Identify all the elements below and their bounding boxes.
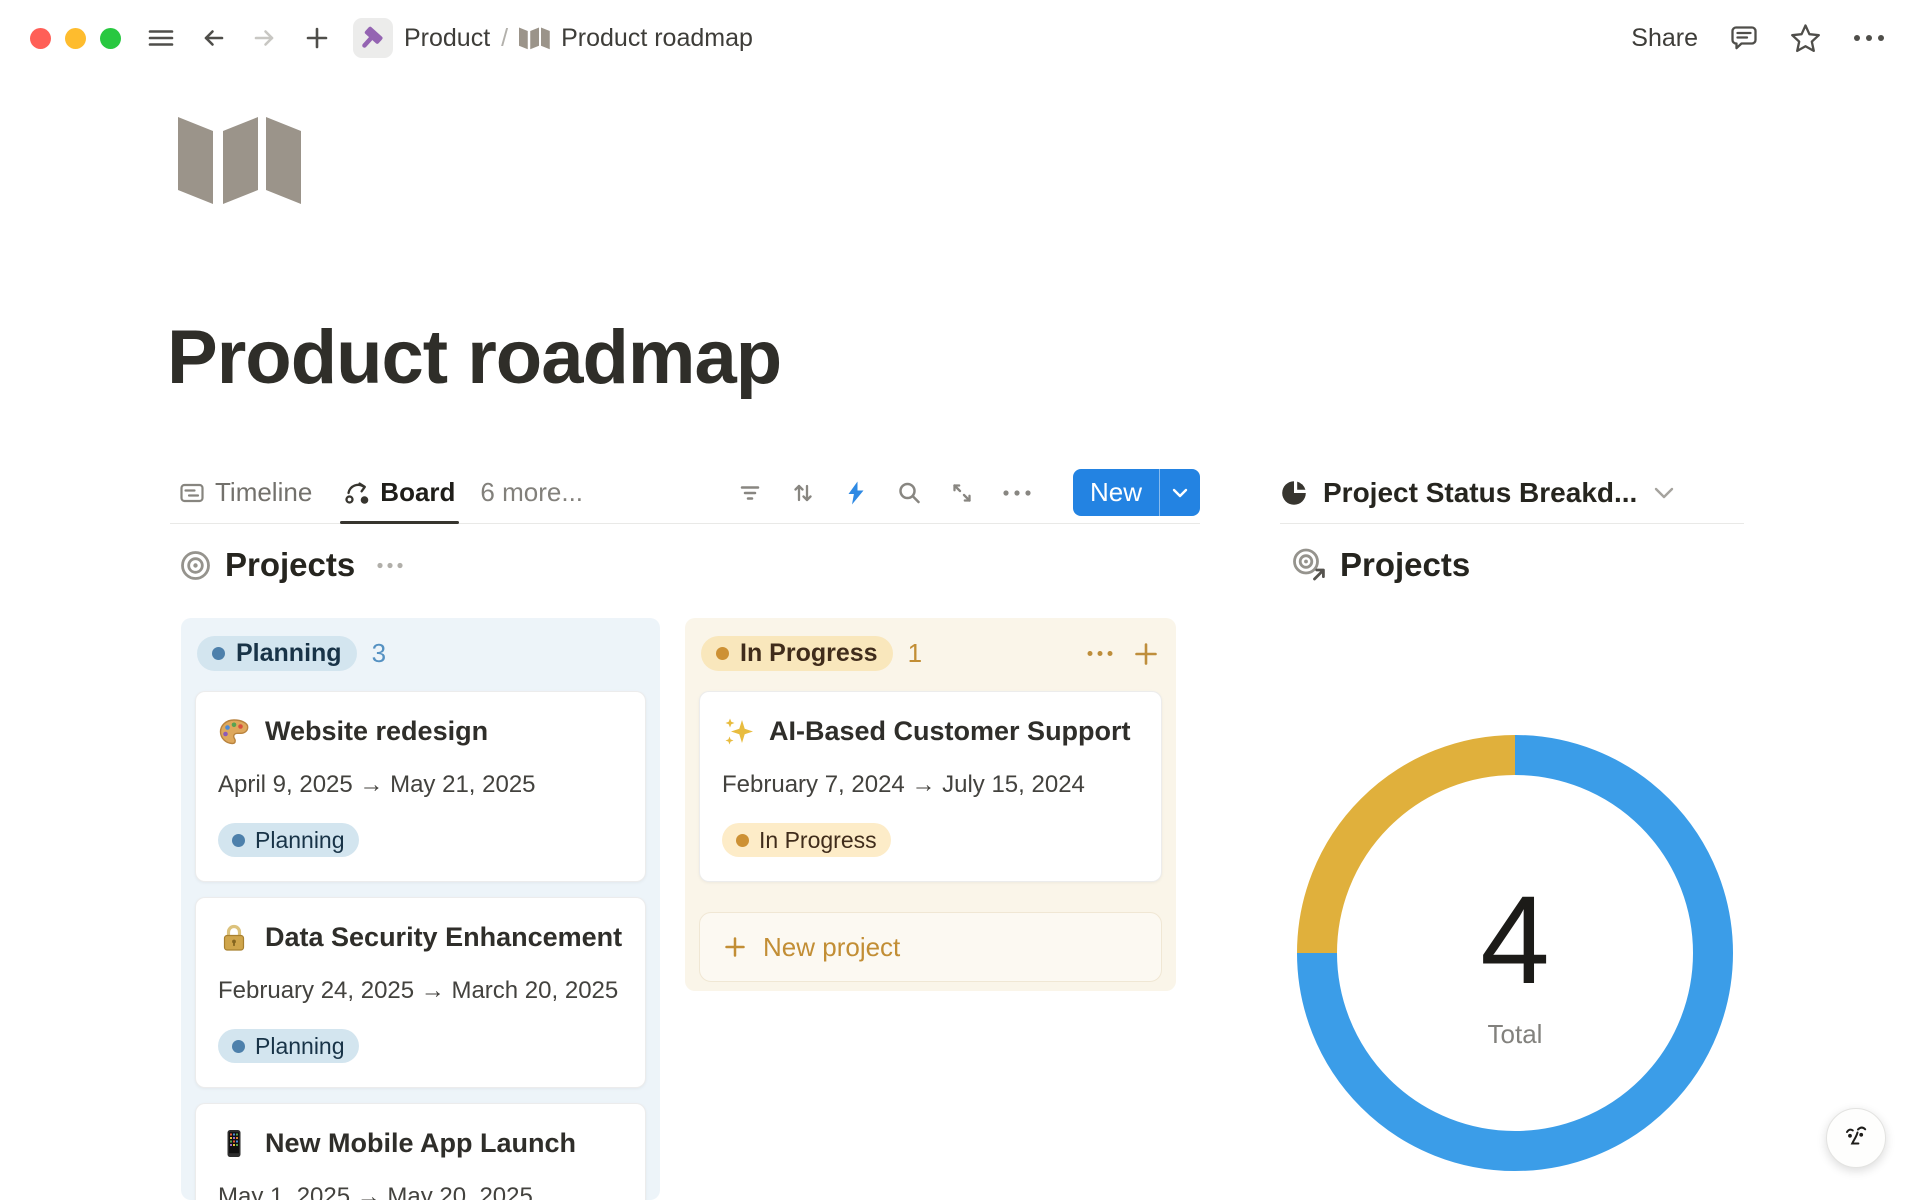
in-progress-group-label: In Progress xyxy=(740,639,878,668)
card-mobile-app[interactable]: New Mobile App Launch May 1, 2025 → May … xyxy=(195,1103,646,1200)
page-icon-map[interactable] xyxy=(178,117,302,205)
planning-cards: Website redesign April 9, 2025 → May 21,… xyxy=(195,691,646,1200)
back-icon[interactable] xyxy=(199,24,227,52)
chart-header-bar: Project Status Breakd... xyxy=(1280,462,1744,524)
sparkles-icon xyxy=(722,717,754,747)
search-icon[interactable] xyxy=(896,480,922,506)
chart-section-header: Projects xyxy=(1291,546,1470,584)
card-status-tag: Planning xyxy=(218,823,359,857)
share-button[interactable]: Share xyxy=(1631,24,1698,53)
card-title: AI-Based Customer Support xyxy=(769,716,1131,747)
tab-board-label: Board xyxy=(380,477,455,508)
new-project-button[interactable]: New project xyxy=(699,912,1162,982)
pie-chart-icon xyxy=(1280,478,1310,508)
plus-icon xyxy=(722,934,748,960)
in-progress-group-pill[interactable]: In Progress xyxy=(701,636,893,671)
expand-icon[interactable] xyxy=(949,480,975,506)
board-column-in-progress: In Progress 1 AI-Based Customer Support xyxy=(685,618,1176,991)
card-ai-support[interactable]: AI-Based Customer Support February 7, 20… xyxy=(699,691,1162,882)
filter-icon[interactable] xyxy=(737,480,763,506)
lock-icon xyxy=(218,922,250,953)
topbar-actions: Share xyxy=(1631,23,1886,54)
blue-status-dot xyxy=(212,647,225,660)
top-bar: Product / Product roadmap Share xyxy=(0,0,1920,76)
minimize-window-button[interactable] xyxy=(65,28,86,49)
more-views-link[interactable]: 6 more... xyxy=(480,477,583,508)
new-button-dropdown[interactable] xyxy=(1159,469,1200,516)
blue-status-dot xyxy=(232,834,245,847)
mobile-phone-icon xyxy=(218,1128,250,1159)
timeline-icon xyxy=(179,480,205,506)
hammer-icon xyxy=(360,25,386,51)
board-icon xyxy=(344,480,370,506)
ai-face-icon xyxy=(1839,1121,1873,1155)
view-tab-bar: Timeline Board 6 more... xyxy=(170,462,1200,524)
planning-group-label: Planning xyxy=(236,639,342,668)
column-options-icon[interactable] xyxy=(1086,649,1114,658)
breadcrumb-current[interactable]: Product roadmap xyxy=(561,24,753,53)
section-options-icon[interactable] xyxy=(376,561,404,570)
column-header: Planning 3 xyxy=(195,632,646,671)
comments-icon[interactable] xyxy=(1728,23,1759,53)
donut-segment-in-progress xyxy=(1317,755,1515,953)
breadcrumb-separator: / xyxy=(501,24,508,53)
board-section-header: Projects xyxy=(179,546,404,584)
more-options-icon[interactable] xyxy=(1852,33,1886,43)
planning-group-pill[interactable]: Planning xyxy=(197,636,357,671)
breadcrumb-parent[interactable]: Product xyxy=(404,24,490,53)
linked-target-arrow-icon xyxy=(1291,547,1327,583)
view-options-icon[interactable] xyxy=(1002,488,1032,498)
in-progress-cards: AI-Based Customer Support February 7, 20… xyxy=(699,691,1162,982)
card-title: New Mobile App Launch xyxy=(265,1128,576,1159)
yellow-status-dot xyxy=(716,647,729,660)
window-controls xyxy=(30,28,121,49)
chevron-down-icon[interactable] xyxy=(1654,487,1674,499)
card-dates: April 9, 2025 → May 21, 2025 xyxy=(218,771,623,799)
target-icon xyxy=(179,549,212,582)
view-toolbar: New xyxy=(737,469,1200,516)
card-title: Data Security Enhancement xyxy=(265,922,622,953)
yellow-status-dot xyxy=(736,834,749,847)
tab-board[interactable]: Board xyxy=(335,462,464,523)
card-status-tag: Planning xyxy=(218,1029,359,1063)
card-title: Website redesign xyxy=(265,716,488,747)
close-window-button[interactable] xyxy=(30,28,51,49)
chart-section-title[interactable]: Projects xyxy=(1340,546,1470,584)
card-dates: May 1, 2025 → May 20, 2025 xyxy=(218,1183,623,1200)
blue-status-dot xyxy=(232,1040,245,1053)
status-donut-chart[interactable]: 4 Total xyxy=(1295,733,1735,1173)
column-header: In Progress 1 xyxy=(699,632,1162,671)
card-dates: February 24, 2025 → March 20, 2025 xyxy=(218,977,623,1005)
new-button[interactable]: New xyxy=(1073,469,1200,516)
notion-ai-button[interactable] xyxy=(1826,1108,1886,1168)
tab-timeline-label: Timeline xyxy=(215,477,312,508)
card-status-tag: In Progress xyxy=(722,823,891,857)
board-section-title[interactable]: Projects xyxy=(225,546,355,584)
workspace-tile[interactable] xyxy=(353,18,393,58)
add-card-plus-icon[interactable] xyxy=(1132,640,1160,668)
zoom-window-button[interactable] xyxy=(100,28,121,49)
app-window: Product / Product roadmap Share Product … xyxy=(0,0,1920,1200)
new-button-label[interactable]: New xyxy=(1073,469,1159,516)
sort-icon[interactable] xyxy=(790,480,816,506)
favorite-star-icon[interactable] xyxy=(1789,23,1822,54)
forward-icon[interactable] xyxy=(251,24,279,52)
tab-timeline[interactable]: Timeline xyxy=(170,462,321,523)
map-icon-small xyxy=(519,27,550,50)
board-column-planning: Planning 3 Website redesign April 9, 202… xyxy=(181,618,660,1200)
page-title: Product roadmap xyxy=(167,314,781,401)
automations-lightning-icon[interactable] xyxy=(843,480,869,506)
new-project-label: New project xyxy=(763,932,900,963)
card-data-security[interactable]: Data Security Enhancement February 24, 2… xyxy=(195,897,646,1088)
card-website-redesign[interactable]: Website redesign April 9, 2025 → May 21,… xyxy=(195,691,646,882)
sidebar-menu-icon[interactable] xyxy=(147,25,175,51)
chart-title[interactable]: Project Status Breakd... xyxy=(1323,477,1637,509)
palette-icon xyxy=(218,717,250,747)
breadcrumb: Product / Product roadmap xyxy=(353,18,753,58)
in-progress-count: 1 xyxy=(908,638,922,669)
new-tab-plus-icon[interactable] xyxy=(303,24,331,52)
card-dates: February 7, 2024 → July 15, 2024 xyxy=(722,771,1139,799)
planning-count: 3 xyxy=(372,638,386,669)
